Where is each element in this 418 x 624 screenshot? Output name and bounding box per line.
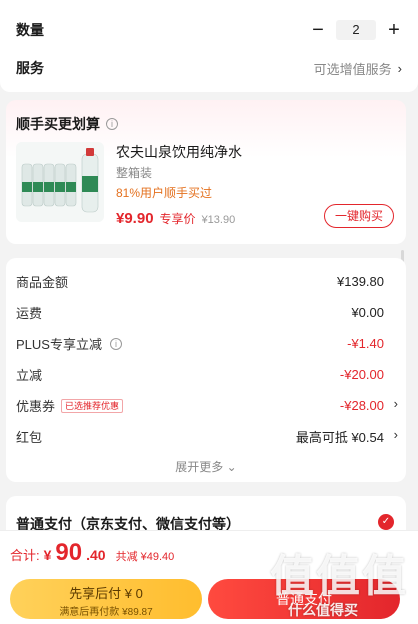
product-image[interactable] bbox=[16, 142, 104, 222]
summary-label: 红包 bbox=[16, 430, 43, 445]
price-tag: 专享价 bbox=[159, 212, 196, 226]
pay-later-line1: 先享后付 ¥ 0 bbox=[69, 586, 143, 601]
pay-later-button[interactable]: 先享后付 ¥ 0 满意后再付款 ¥89.87 bbox=[10, 579, 202, 619]
checkout-bar: 合计: ¥ 90 .40 共减 ¥49.40 先享后付 ¥ 0 满意后再付款 ¥… bbox=[0, 530, 418, 624]
summary-value: -¥28.00 bbox=[339, 398, 384, 413]
summary-label: PLUS专享立减 bbox=[16, 337, 102, 352]
price-old: ¥13.90 bbox=[201, 214, 236, 226]
summary-row-shipping: 运费 ¥0.00 bbox=[16, 303, 384, 322]
summary-label: 商品金额 bbox=[16, 275, 69, 290]
summary-label: 优惠券 bbox=[16, 399, 56, 414]
chevron-right-icon[interactable]: › bbox=[394, 396, 398, 411]
expand-more-link[interactable]: 展开更多 ⌄ bbox=[6, 458, 406, 475]
product-name[interactable]: 农夫山泉饮用纯净水 bbox=[116, 142, 242, 162]
bundle-card: 顺手买更划算 i 农夫山泉饮用纯净水 整箱装 81%用户顺手买过 ¥9.90 专… bbox=[6, 100, 406, 330]
summary-value: -¥20.00 bbox=[339, 367, 384, 382]
product-price: ¥9.90 专享价 ¥13.90 bbox=[116, 210, 235, 227]
total-decimal: .40 bbox=[86, 547, 106, 563]
price-now: ¥9.90 bbox=[116, 210, 154, 227]
check-icon[interactable]: ✓ bbox=[378, 514, 394, 530]
total-price: 合计: ¥ 90 .40 共减 ¥49.40 bbox=[10, 539, 174, 567]
product-note: 81%用户顺手买过 bbox=[116, 186, 213, 200]
summary-value: -¥1.40 bbox=[347, 336, 384, 351]
plus-button[interactable]: + bbox=[386, 20, 402, 40]
total-symbol: ¥ bbox=[43, 547, 52, 563]
info-icon[interactable]: i bbox=[106, 118, 118, 130]
summary-row-goods: 商品金额 ¥139.80 bbox=[16, 272, 384, 291]
service-value: 可选增值服务 › bbox=[314, 59, 402, 78]
summary-row-plus: PLUS专享立减 i -¥1.40 bbox=[16, 334, 384, 353]
quantity-stepper: − 2 + bbox=[310, 20, 402, 40]
chevron-right-icon: › bbox=[397, 60, 402, 76]
summary-label: 运费 bbox=[16, 306, 43, 321]
quantity-row: 数量 − 2 + bbox=[16, 20, 402, 40]
summary-value: ¥0.00 bbox=[351, 305, 384, 320]
quantity-input[interactable]: 2 bbox=[336, 20, 376, 40]
summary-value: ¥139.80 bbox=[337, 274, 384, 289]
product-spec: 整箱装 bbox=[116, 166, 153, 180]
order-options-card: 数量 − 2 + 服务 可选增值服务 › bbox=[0, 0, 418, 92]
service-value-text: 可选增值服务 bbox=[313, 61, 392, 77]
summary-label: 立减 bbox=[16, 368, 43, 383]
one-click-buy-button[interactable]: 一键购买 bbox=[324, 204, 394, 228]
minus-button[interactable]: − bbox=[310, 20, 326, 40]
quantity-label: 数量 bbox=[16, 22, 44, 38]
summary-row-coupon[interactable]: 优惠券 已选推荐优惠 -¥28.00 bbox=[16, 396, 384, 415]
total-label: 合计: bbox=[10, 548, 40, 563]
bundle-title: 顺手买更划算 i bbox=[16, 114, 118, 134]
service-row[interactable]: 服务 可选增值服务 › bbox=[16, 58, 402, 78]
service-label: 服务 bbox=[16, 60, 44, 76]
water-bottles-icon bbox=[16, 142, 104, 222]
chevron-right-icon[interactable]: › bbox=[394, 427, 398, 442]
total-savings: 共减 ¥49.40 bbox=[115, 551, 175, 563]
coupon-badge: 已选推荐优惠 bbox=[61, 398, 124, 413]
summary-row-discount: 立减 -¥20.00 bbox=[16, 365, 384, 384]
bundle-title-text: 顺手买更划算 bbox=[16, 116, 100, 132]
price-summary-card: 商品金额 ¥139.80 运费 ¥0.00 PLUS专享立减 i -¥1.40 … bbox=[6, 258, 406, 482]
info-icon[interactable]: i bbox=[109, 337, 122, 350]
total-integer: 90 bbox=[55, 539, 83, 566]
summary-row-redpacket[interactable]: 红包 最高可抵 ¥0.54 bbox=[16, 427, 384, 446]
summary-value: 最高可抵 ¥0.54 bbox=[295, 430, 384, 445]
pay-later-line2: 满意后再付款 ¥89.87 bbox=[59, 607, 153, 618]
pay-now-button[interactable]: 普通支付 bbox=[208, 579, 400, 619]
